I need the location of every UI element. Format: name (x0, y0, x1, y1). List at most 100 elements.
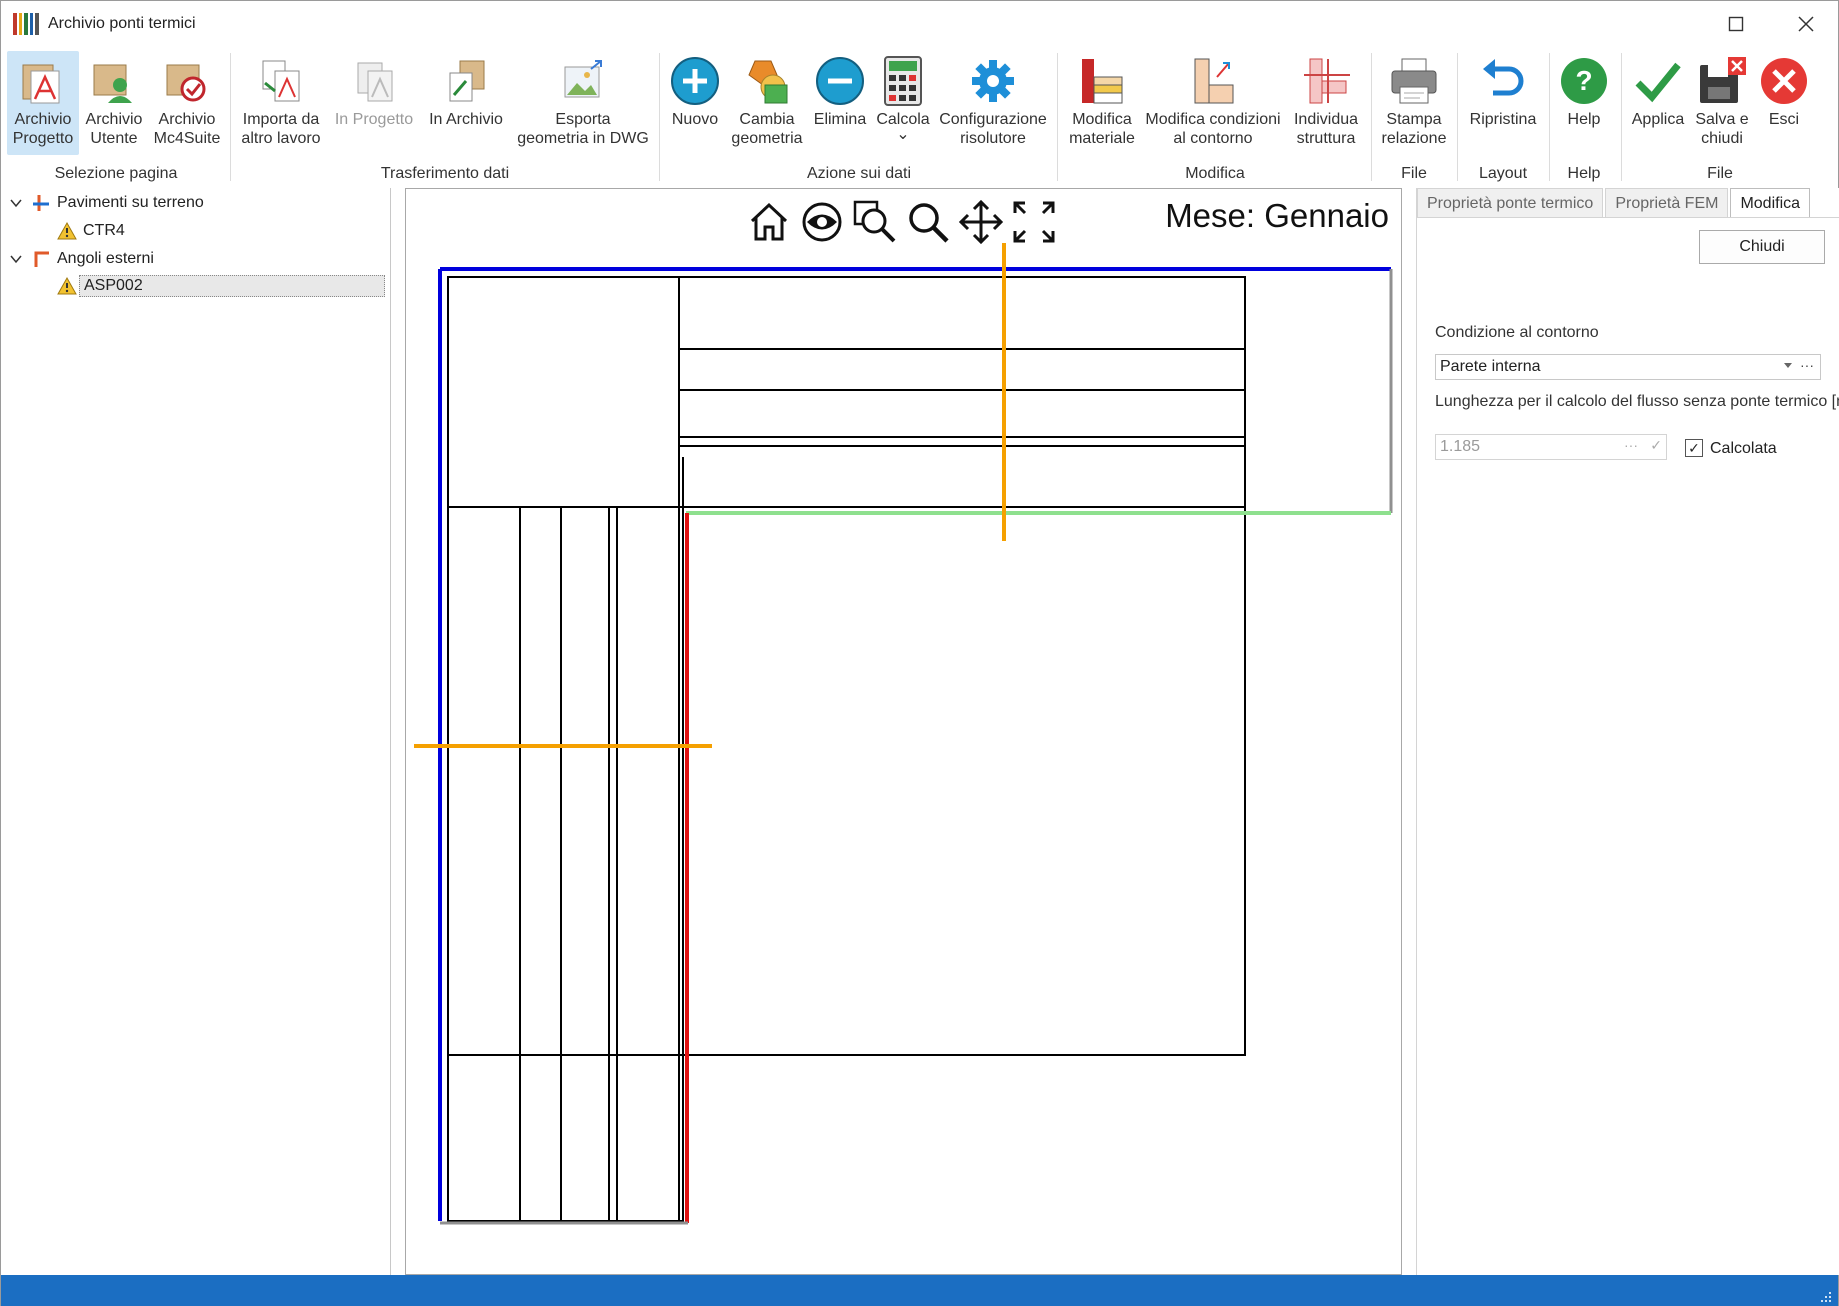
condition-label: Condizione al contorno (1435, 324, 1599, 341)
calcola-button[interactable]: Calcola ⌄ (873, 51, 933, 155)
chevron-down-icon[interactable] (9, 252, 23, 266)
length-input[interactable]: 1.185 ··· ✓ (1435, 434, 1667, 460)
boundary-icon (1194, 58, 1234, 104)
chevron-down-icon[interactable] (9, 196, 23, 210)
salva-label-2: chiudi (1701, 130, 1743, 147)
calculator-icon (884, 56, 922, 106)
chiudi-button[interactable]: Chiudi (1699, 230, 1825, 264)
esci-button[interactable]: Esci (1755, 51, 1813, 155)
ellipsis-icon[interactable]: ··· (1800, 357, 1814, 373)
esporta-button[interactable]: Esporta geometria in DWG (513, 51, 653, 155)
tree-item-angoli[interactable]: Angoli esterni (9, 246, 154, 272)
drawing-canvas[interactable]: Mese: Gennaio (405, 188, 1402, 1275)
tab-proprieta-fem[interactable]: Proprietà FEM (1605, 188, 1729, 218)
group-label-azione: Azione sui dati (806, 165, 912, 182)
group-separator (1621, 53, 1622, 181)
group-separator (1057, 53, 1058, 181)
ripristina-button[interactable]: Ripristina (1463, 51, 1543, 155)
tree-item-label: Pavimenti su terreno (57, 194, 204, 211)
length-label: Lunghezza per il calcolo del flusso senz… (1435, 393, 1839, 410)
thermal-bridge-drawing[interactable] (406, 189, 1401, 1274)
maximize-icon (1728, 16, 1744, 32)
in-progetto-label: In Progetto (334, 111, 414, 128)
tab-modifica[interactable]: Modifica (1730, 188, 1811, 218)
group-label-file: File (1401, 165, 1427, 182)
printer-icon (1391, 58, 1437, 104)
shapes-icon (748, 60, 788, 104)
tab-proprieta-ponte[interactable]: Proprietà ponte termico (1417, 188, 1604, 218)
stampa-relazione-button[interactable]: Stampa relazione (1377, 51, 1451, 155)
folder-mc4-icon (166, 64, 206, 102)
elimina-button[interactable]: Elimina (809, 51, 871, 155)
stampa-label-2: relazione (1381, 130, 1447, 147)
salva-chiudi-button[interactable]: Salva e chiudi (1691, 51, 1753, 155)
confirm-icon[interactable]: ✓ (1650, 437, 1662, 454)
structure-icon (1304, 58, 1350, 104)
tab-divider (1417, 217, 1839, 218)
export-dwg-icon (564, 60, 602, 98)
group-separator (1371, 53, 1372, 181)
applica-button[interactable]: Applica (1627, 51, 1689, 155)
tree-item-ctr4[interactable]: CTR4 (57, 218, 125, 244)
help-button[interactable]: ? Help (1555, 51, 1613, 155)
cambia-geometria-button[interactable]: Cambia geometria (729, 51, 805, 155)
save-close-icon (1700, 57, 1746, 103)
group-separator (1549, 53, 1550, 181)
floor-junction-icon (33, 195, 49, 211)
archivio-progetto-label: Archivio (14, 111, 72, 128)
calcola-dropdown-chevron-icon[interactable]: ⌄ (896, 127, 909, 143)
in-archivio-button[interactable]: In Archivio (423, 51, 509, 155)
app-window: Archivio ponti termici Archivio Progetto (0, 0, 1839, 1306)
tree-item-label: Angoli esterni (57, 250, 154, 267)
plus-circle-icon (671, 57, 719, 105)
configurazione-label-2: risolutore (960, 130, 1026, 147)
importa-label: Importa da (242, 111, 320, 128)
group-separator (1457, 53, 1458, 181)
condition-value: Parete interna (1440, 358, 1541, 375)
modifica-materiale-button[interactable]: Modifica materiale (1065, 51, 1139, 155)
app-logo-icon (13, 13, 39, 35)
archivio-utente-button[interactable]: Archivio Utente (81, 51, 147, 155)
group-label-selezione: Selezione pagina (54, 165, 178, 182)
esci-label: Esci (1768, 111, 1800, 128)
esporta-label: Esporta (555, 111, 611, 128)
maximize-button[interactable] (1701, 1, 1771, 47)
in-progetto-button[interactable]: In Progetto (331, 51, 417, 155)
modifica-condizioni-button[interactable]: Modifica condizioni al contorno (1143, 51, 1283, 155)
checkmark-icon (1635, 62, 1681, 103)
modifica-materiale-label-2: materiale (1069, 130, 1135, 147)
group-label-trasferimento: Trasferimento dati (380, 165, 510, 182)
svg-text:?: ? (1575, 65, 1592, 96)
length-value: 1.185 (1440, 438, 1481, 455)
nuovo-button[interactable]: Nuovo (665, 51, 725, 155)
status-bar (1, 1275, 1838, 1306)
tree-item-asp002[interactable]: ASP002 (57, 273, 385, 299)
calcolata-checkbox[interactable]: ✓ (1685, 439, 1703, 457)
applica-label: Applica (1631, 111, 1685, 128)
importa-button[interactable]: Importa da altro lavoro (237, 51, 325, 155)
modifica-condizioni-label: Modifica condizioni (1145, 111, 1281, 128)
configurazione-risolutore-button[interactable]: Configurazione risolutore (935, 51, 1051, 155)
in-archivio-label: In Archivio (429, 111, 503, 128)
ellipsis-icon[interactable]: ··· (1624, 437, 1638, 453)
individua-label-2: struttura (1296, 130, 1356, 147)
help-icon: ? (1561, 58, 1607, 104)
archivio-mc4suite-button[interactable]: Archivio Mc4Suite (151, 51, 223, 155)
cambia-label: Cambia (739, 111, 795, 128)
resize-grip-icon[interactable] (1818, 1289, 1832, 1303)
ripristina-label: Ripristina (1469, 111, 1537, 128)
individua-struttura-button[interactable]: Individua struttura (1287, 51, 1365, 155)
archivio-mc4suite-label-2: Mc4Suite (153, 130, 221, 147)
close-window-button[interactable] (1771, 1, 1839, 47)
archivio-progetto-button[interactable]: Archivio Progetto (7, 51, 79, 155)
folder-user-icon (93, 64, 132, 103)
archivio-mc4suite-label: Archivio (158, 111, 216, 128)
warning-icon (57, 276, 77, 295)
chevron-down-icon[interactable] (1784, 363, 1792, 368)
elimina-label: Elimina (813, 111, 867, 128)
material-icon (1082, 59, 1123, 104)
esporta-label-2: geometria in DWG (517, 130, 649, 147)
tree-item-pavimenti[interactable]: Pavimenti su terreno (9, 190, 204, 216)
condition-select[interactable]: Parete interna ··· (1435, 354, 1821, 380)
to-archive-icon (449, 60, 485, 102)
